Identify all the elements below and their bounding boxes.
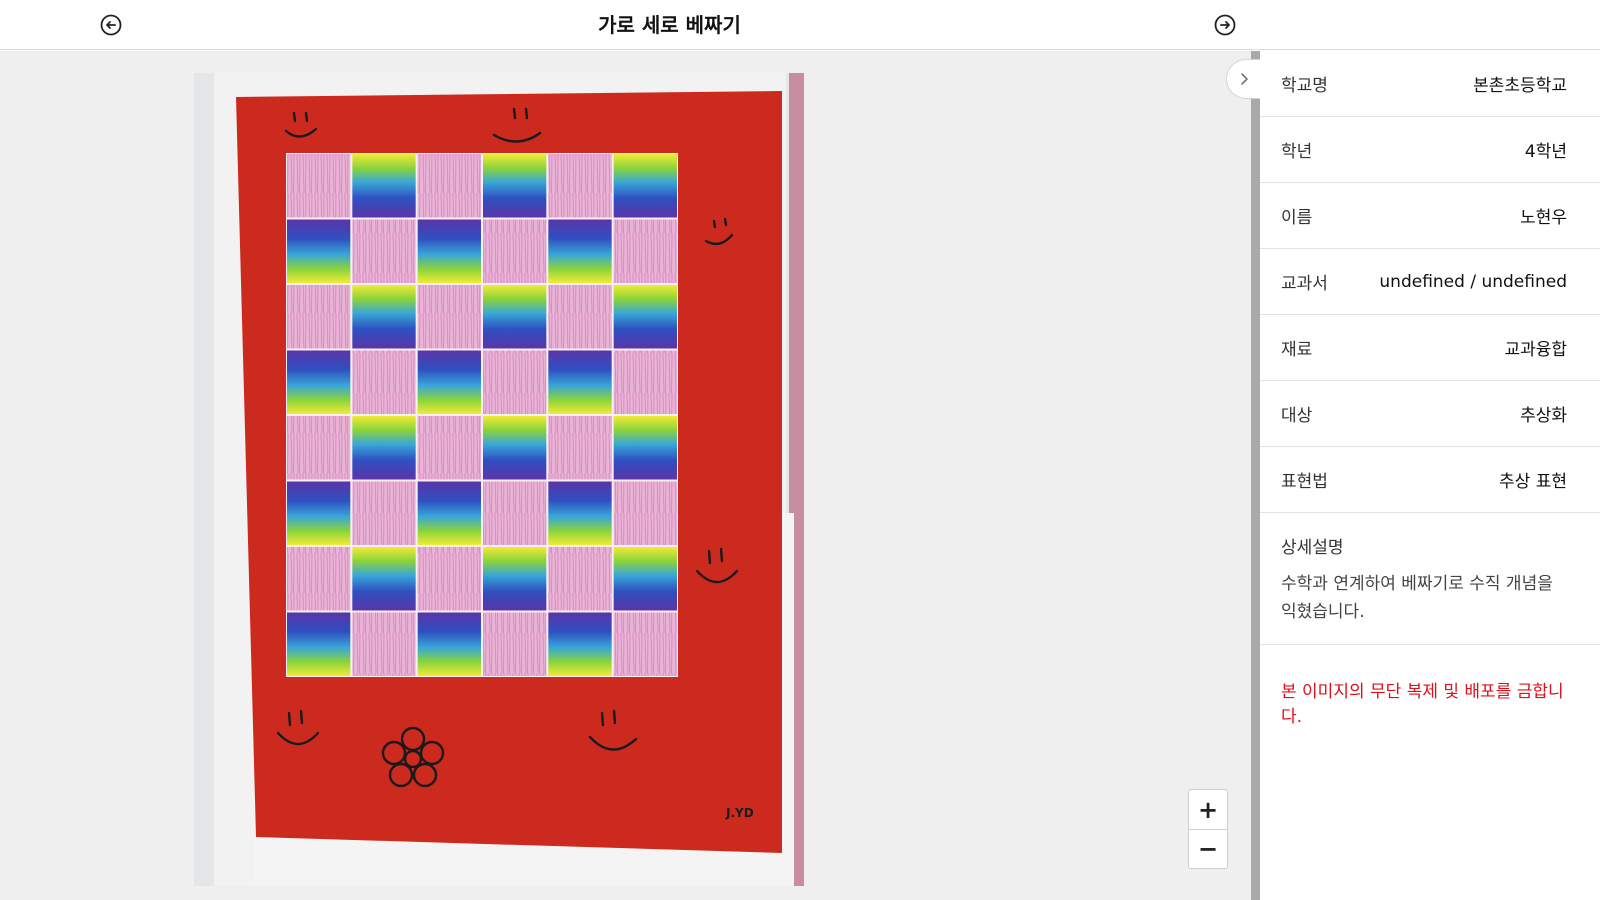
info-row: 학교명 본촌초등학교 (1260, 51, 1600, 117)
top-bar: 가로 세로 베짜기 (0, 0, 1600, 50)
rainbow-strip-cell (613, 285, 677, 349)
info-row: 이름 노현우 (1260, 183, 1600, 249)
info-row-label: 학년 (1281, 142, 1313, 162)
pink-strip-cell (417, 285, 481, 349)
info-row-label: 표현법 (1281, 472, 1328, 492)
rainbow-strip-cell (287, 219, 351, 283)
rainbow-strip-cell (483, 416, 547, 480)
zoom-out-button[interactable]: − (1189, 829, 1227, 868)
rainbow-strip-cell (483, 547, 547, 611)
pink-strip-cell (613, 350, 677, 414)
info-row-label: 학교명 (1281, 76, 1328, 96)
rainbow-strip-cell (352, 416, 416, 480)
rainbow-strip-cell (417, 612, 481, 676)
info-row: 대상 추상화 (1260, 381, 1600, 447)
rainbow-strip-cell (548, 350, 612, 414)
page-title: 가로 세로 베짜기 (598, 13, 741, 37)
description-label: 상세설명 (1281, 538, 1344, 558)
info-row: 재료 교과융합 (1260, 315, 1600, 381)
rainbow-strip-cell (613, 416, 677, 480)
panel-toggle-button[interactable] (1226, 59, 1260, 99)
info-row-value: undefined / undefined (1379, 271, 1567, 292)
rainbow-strip-cell (613, 154, 677, 218)
rainbow-strip-cell (548, 481, 612, 545)
info-row-value: 노현우 (1520, 208, 1567, 228)
info-row-value: 4학년 (1524, 142, 1567, 162)
rainbow-strip-cell (352, 547, 416, 611)
info-row: 학년 4학년 (1260, 117, 1600, 183)
info-row-label: 이름 (1281, 208, 1313, 228)
pink-strip-cell (287, 416, 351, 480)
rainbow-strip-cell (483, 285, 547, 349)
pink-strip-cell (352, 350, 416, 414)
rainbow-strip-cell (417, 481, 481, 545)
pink-strip-cell (352, 219, 416, 283)
info-row-value: 추상화 (1520, 406, 1567, 426)
pink-strip-cell (548, 285, 612, 349)
rainbow-strip-cell (613, 547, 677, 611)
pink-strip-cell (483, 612, 547, 676)
pink-strip-cell (417, 154, 481, 218)
zoom-in-button[interactable]: + (1189, 790, 1227, 829)
pink-strip-cell (548, 547, 612, 611)
description-text: 수학과 연계하여 베짜기로 수직 개념을 익혔습니다. (1281, 574, 1553, 622)
pink-strip-cell (483, 219, 547, 283)
info-row: 교과서 undefined / undefined (1260, 249, 1600, 315)
next-artwork-button[interactable] (1213, 13, 1237, 37)
panel-scrollbar[interactable] (1251, 51, 1260, 900)
info-panel: 학교명 본촌초등학교학년 4학년이름 노현우교과서 undefined / undefi… (1260, 51, 1600, 900)
rainbow-strip-cell (287, 350, 351, 414)
rainbow-strip-cell (417, 350, 481, 414)
info-rows: 학교명 본촌초등학교학년 4학년이름 노현우교과서 undefined / undefi… (1260, 51, 1600, 513)
weaving-artwork: J.YD (194, 73, 804, 886)
rainbow-strip-cell (548, 219, 612, 283)
pink-strip-cell (548, 154, 612, 218)
pink-strip-cell (613, 219, 677, 283)
pink-strip-cell (483, 481, 547, 545)
rainbow-strip-cell (548, 612, 612, 676)
zoom-controls: + − (1188, 789, 1228, 869)
info-row-label: 교과서 (1281, 274, 1328, 294)
info-row-label: 재료 (1281, 340, 1313, 360)
info-row-value: 교과융합 (1504, 340, 1567, 360)
pink-strip-cell (417, 416, 481, 480)
info-row-label: 대상 (1281, 406, 1313, 426)
info-row: 표현법 추상 표현 (1260, 447, 1600, 513)
pink-strip-cell (613, 481, 677, 545)
info-row-value: 본촌초등학교 (1473, 76, 1567, 96)
pink-strip-cell (287, 285, 351, 349)
pink-strip-cell (352, 481, 416, 545)
description-section: 상세설명 수학과 연계하여 베짜기로 수직 개념을 익혔습니다. (1260, 513, 1600, 645)
arrow-right-circle-icon (1214, 14, 1236, 36)
pink-strip-cell (548, 416, 612, 480)
rainbow-strip-cell (483, 154, 547, 218)
pink-strip-cell (287, 547, 351, 611)
pink-strip-cell (613, 612, 677, 676)
rainbow-strip-cell (352, 154, 416, 218)
pink-strip-cell (483, 350, 547, 414)
rainbow-strip-cell (417, 219, 481, 283)
image-viewer[interactable]: J.YD + − (0, 51, 1251, 900)
pink-strip-cell (287, 154, 351, 218)
copyright-notice: 본 이미지의 무단 복제 및 배포를 금합니다. (1281, 682, 1564, 727)
chevron-right-icon (1240, 73, 1248, 85)
pink-strip-cell (417, 547, 481, 611)
artwork-image[interactable]: J.YD (194, 73, 804, 886)
info-row-value: 추상 표현 (1499, 472, 1567, 492)
rainbow-strip-cell (352, 285, 416, 349)
pink-strip-cell (352, 612, 416, 676)
rainbow-strip-cell (287, 612, 351, 676)
rainbow-strip-cell (287, 481, 351, 545)
artist-signature: J.YD (725, 806, 754, 820)
